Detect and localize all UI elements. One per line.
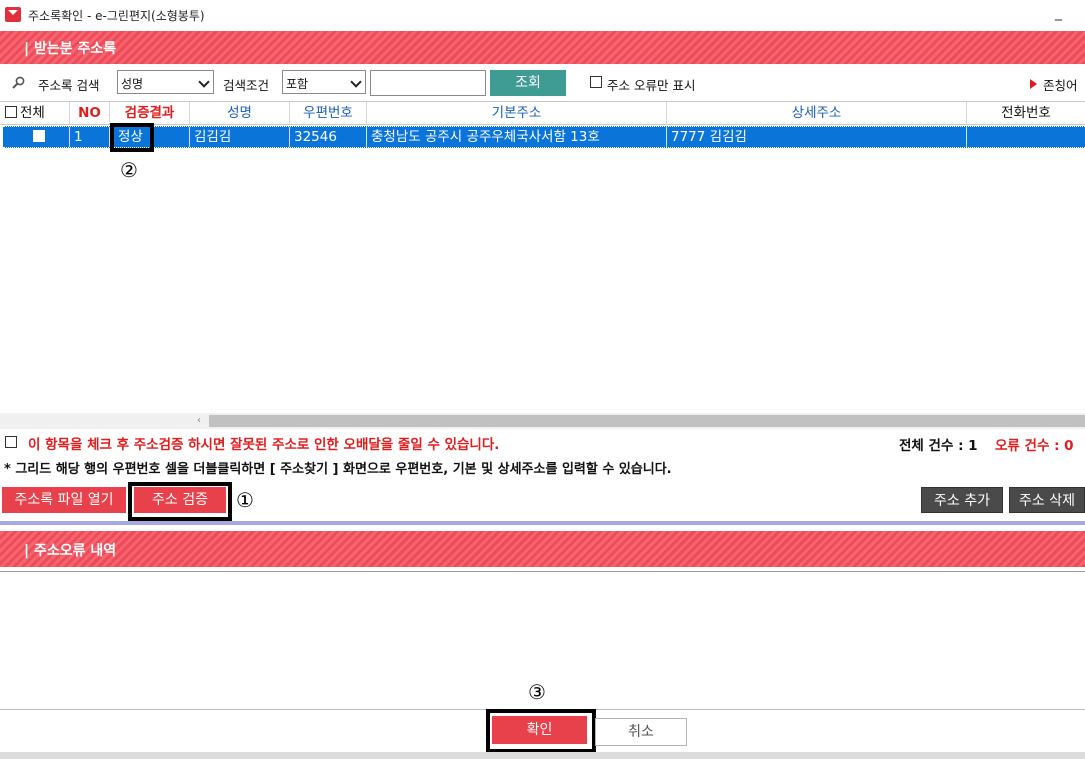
triangle-right-icon [1030, 79, 1037, 89]
cancel-button[interactable]: 취소 [595, 718, 687, 746]
row-phone[interactable] [967, 127, 1085, 147]
chevron-down-icon [350, 76, 362, 88]
step-2-marker: ② [120, 158, 138, 182]
row-checkbox[interactable] [33, 130, 45, 142]
address-book-header: | 받는분 주소록 [0, 31, 1085, 64]
row-no: 1 [70, 127, 110, 147]
scroll-left-icon[interactable]: ‹ [197, 415, 201, 426]
error-only-checkbox[interactable] [590, 76, 602, 88]
search-input[interactable] [370, 70, 486, 96]
search-button[interactable]: 조회 [490, 70, 566, 96]
condition-label: 검색조건 [223, 78, 270, 93]
search-label: 주소록 검색 [38, 78, 100, 93]
col-name[interactable]: 성명 [190, 102, 290, 125]
error-count: 오류 건수 : 0 [995, 438, 1074, 454]
verify-option-checkbox[interactable] [5, 436, 17, 448]
error-section-title: | 주소오류 내역 [24, 543, 117, 559]
grid-help-note: * 그리드 해당 행의 우편번호 셀을 더블클릭하면 [ 주소찾기 ] 화면으로… [4, 462, 672, 477]
highlight-verify-box [128, 482, 232, 521]
honorific-label[interactable]: 존칭어 [1043, 75, 1078, 94]
total-count: 전체 건수 : 1 [899, 438, 978, 454]
col-base-address[interactable]: 기본주소 [367, 102, 667, 125]
table-row[interactable]: 1 정상 김김김 32546 충청남도 공주시 공주우체국사서함 13호 777… [3, 126, 1085, 148]
grid-header: 전체 NO 검증결과 성명 우편번호 기본주소 상세주소 전화번호 [0, 101, 1085, 125]
section-divider [0, 521, 1085, 525]
row-detail-address[interactable]: 7777 김김김 [667, 127, 967, 147]
select-all-checkbox[interactable] [5, 106, 17, 118]
horizontal-scrollbar[interactable]: ‹ [0, 413, 1085, 429]
col-no[interactable]: NO [70, 102, 110, 125]
window-title: 주소록확인 - e-그린편지(소형봉투) [28, 9, 205, 23]
col-result[interactable]: 검증결과 [110, 102, 190, 125]
highlight-result-box [110, 123, 154, 152]
col-phone[interactable]: 전화번호 [967, 102, 1085, 125]
condition-select[interactable]: 포함 [282, 70, 366, 94]
app-logo-icon [5, 7, 21, 22]
row-check-cell[interactable] [3, 127, 70, 147]
minimize-button[interactable]: _ [1055, 5, 1062, 21]
error-section-header: | 주소오류 내역 [0, 531, 1085, 567]
search-bar: 주소록 검색 성명 검색조건 포함 조회 주소 오류만 표시 존칭어 [0, 67, 1085, 99]
address-book-title: | 받는분 주소록 [24, 41, 117, 57]
condition-value: 포함 [286, 77, 309, 91]
search-icon [12, 76, 25, 89]
add-address-button[interactable]: 주소 추가 [921, 487, 1003, 513]
col-select-all[interactable]: 전체 [0, 102, 70, 125]
open-file-button[interactable]: 주소록 파일 열기 [2, 487, 126, 513]
col-detail-address[interactable]: 상세주소 [667, 102, 967, 125]
step-3-marker: ③ [528, 680, 546, 704]
step-1-marker: ① [236, 488, 254, 512]
search-field-value: 성명 [121, 77, 144, 91]
delete-address-button[interactable]: 주소 삭제 [1009, 487, 1085, 513]
row-zip[interactable]: 32546 [290, 127, 367, 147]
search-field-select[interactable]: 성명 [117, 70, 214, 94]
bottom-strip [0, 752, 1085, 759]
scrollbar-thumb[interactable] [209, 415, 1085, 427]
error-only-label: 주소 오류만 표시 [607, 78, 696, 93]
chevron-down-icon [198, 76, 210, 88]
highlight-ok-box [486, 709, 596, 753]
col-zip[interactable]: 우편번호 [290, 102, 367, 125]
title-bar: 주소록확인 - e-그린편지(소형봉투) _ [0, 0, 1085, 30]
row-name[interactable]: 김김김 [190, 127, 290, 147]
row-base-address[interactable]: 충청남도 공주시 공주우체국사서함 13호 [367, 127, 667, 147]
verify-warning-text: 이 항목을 체크 후 주소검증 하시면 잘못된 주소로 인한 오배달을 줄일 수… [28, 437, 500, 453]
